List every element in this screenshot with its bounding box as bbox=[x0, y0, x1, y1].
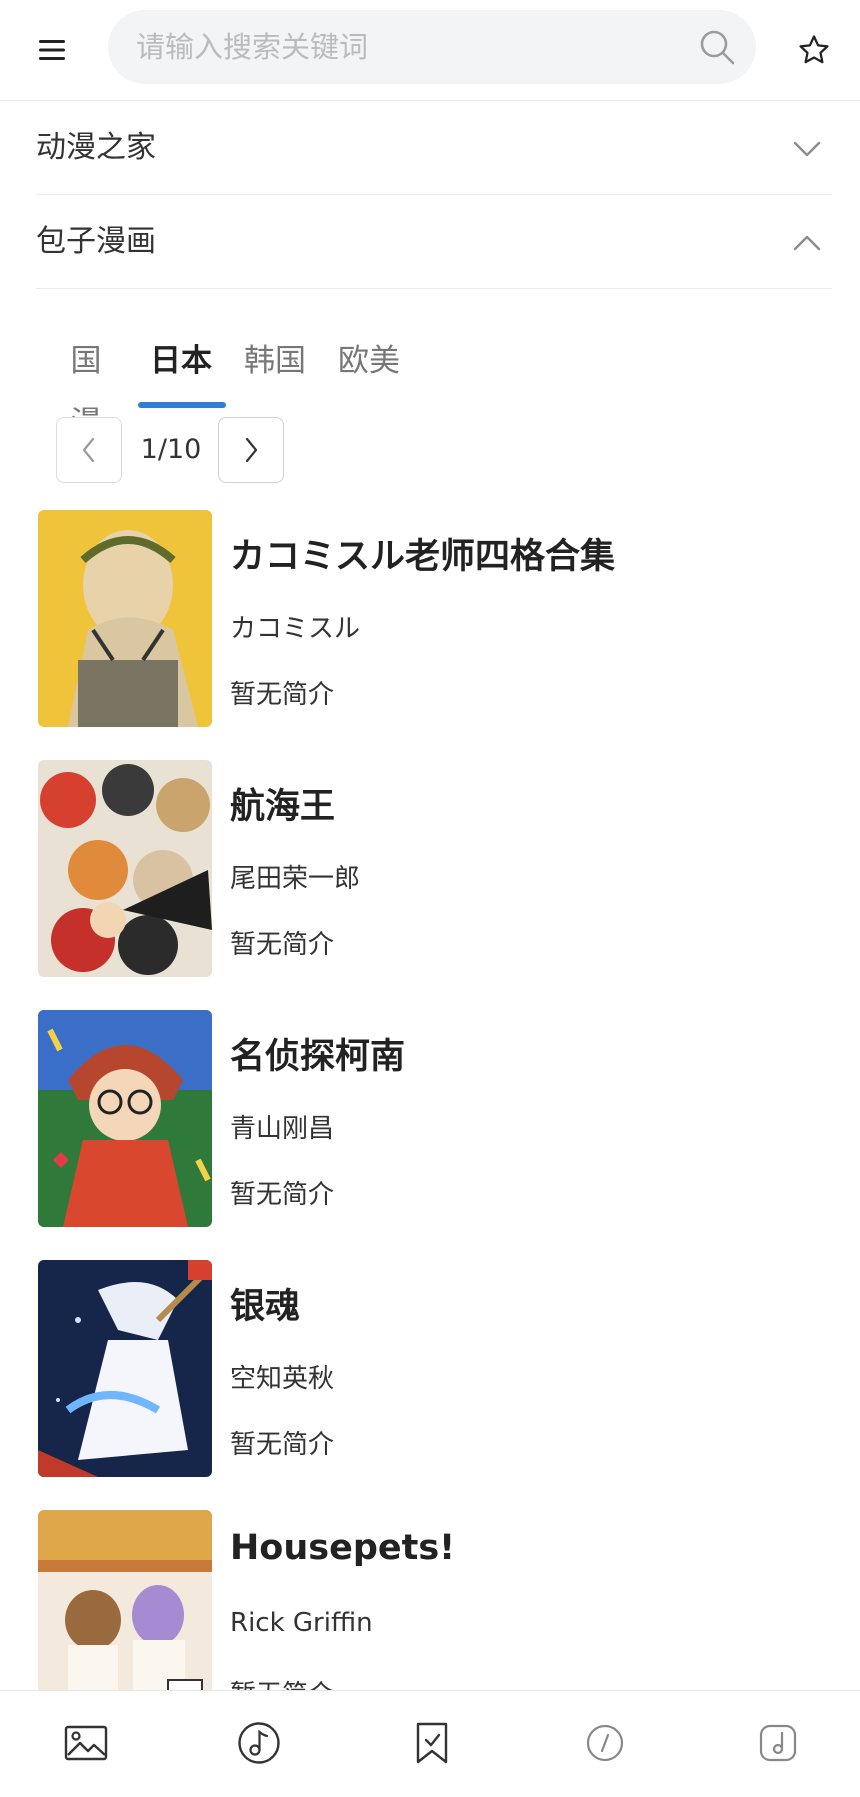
tab-japan[interactable]: 日本 bbox=[150, 330, 212, 410]
comic-cover[interactable] bbox=[38, 510, 212, 727]
comic-title[interactable]: 名侦探柯南 bbox=[230, 1028, 405, 1079]
nav-discover-button[interactable] bbox=[577, 1715, 633, 1771]
menu-button[interactable] bbox=[28, 26, 76, 74]
comic-cover[interactable] bbox=[38, 1510, 212, 1690]
comic-item[interactable]: Housepets! Rick Griffin 暂无简介 bbox=[0, 1510, 860, 1690]
chevron-left-icon bbox=[82, 437, 95, 463]
tab-indicator bbox=[138, 402, 226, 408]
comic-title[interactable]: 银魂 bbox=[230, 1278, 300, 1329]
music-note-icon bbox=[238, 1722, 280, 1764]
comic-intro: 暂无简介 bbox=[230, 1674, 334, 1690]
comic-intro: 暂无简介 bbox=[230, 680, 335, 710]
comic-cover[interactable] bbox=[38, 1010, 212, 1227]
comic-cover[interactable] bbox=[38, 1260, 212, 1477]
comic-title[interactable]: 航海王 bbox=[230, 778, 335, 829]
star-icon bbox=[799, 35, 829, 64]
nav-more-button[interactable] bbox=[750, 1715, 806, 1771]
comic-title[interactable]: カコミスル老师四格合集 bbox=[230, 528, 615, 579]
music-box-icon bbox=[759, 1724, 797, 1762]
comic-list: カコミスル老师四格合集 カコミスル 暂无简介 航海王 尾田荣一郎 暂无简介 名侦… bbox=[0, 510, 860, 1690]
source-title: 包子漫画 bbox=[36, 224, 156, 259]
comic-author: カコミスル bbox=[230, 614, 361, 644]
comic-title[interactable]: Housepets! bbox=[230, 1528, 455, 1568]
search-input[interactable]: 请输入搜索关键词 bbox=[136, 10, 368, 84]
prev-page-button[interactable] bbox=[56, 417, 122, 483]
next-page-button[interactable] bbox=[218, 417, 284, 483]
source-baozi[interactable]: 包子漫画 bbox=[36, 196, 832, 289]
comic-intro: 暂无简介 bbox=[230, 1180, 335, 1210]
source-dmzj[interactable]: 动漫之家 bbox=[36, 102, 832, 195]
nav-bookmarks-button[interactable] bbox=[404, 1715, 460, 1771]
tab-korea[interactable]: 韩国 bbox=[244, 330, 306, 410]
comic-cover[interactable] bbox=[38, 760, 212, 977]
comic-item[interactable]: 银魂 空知英秋 暂无简介 bbox=[0, 1260, 860, 1480]
favorite-button[interactable] bbox=[790, 26, 838, 74]
tab-guoman[interactable]: 国漫 bbox=[56, 330, 116, 441]
bottom-nav bbox=[0, 1690, 860, 1797]
hamburger-menu-icon bbox=[39, 40, 65, 60]
bookmark-icon bbox=[416, 1722, 448, 1764]
chevron-right-icon bbox=[245, 437, 258, 463]
source-title: 动漫之家 bbox=[36, 130, 156, 165]
search-box[interactable]: 请输入搜索关键词 bbox=[108, 10, 756, 84]
comic-intro: 暂无简介 bbox=[230, 930, 335, 960]
comic-item[interactable]: 航海王 尾田荣一郎 暂无简介 bbox=[0, 760, 860, 980]
nav-gallery-button[interactable] bbox=[58, 1715, 114, 1771]
search-icon[interactable] bbox=[696, 26, 738, 68]
comic-item[interactable]: カコミスル老师四格合集 カコミスル 暂无简介 bbox=[0, 510, 860, 730]
comic-author: Rick Griffin bbox=[230, 1608, 373, 1638]
chevron-down-icon bbox=[793, 141, 821, 157]
comic-author: 尾田荣一郎 bbox=[230, 864, 361, 894]
tab-western[interactable]: 欧美 bbox=[338, 330, 400, 410]
chevron-up-icon bbox=[793, 235, 821, 251]
page-indicator: 1/10 bbox=[140, 434, 202, 465]
nav-music-button[interactable] bbox=[231, 1715, 287, 1771]
comic-author: 青山刚昌 bbox=[230, 1114, 335, 1144]
comic-author: 空知英秋 bbox=[230, 1364, 335, 1394]
top-bar: 请输入搜索关键词 bbox=[0, 0, 860, 101]
comic-intro: 暂无简介 bbox=[230, 1430, 335, 1460]
compass-icon bbox=[586, 1724, 624, 1762]
comic-item[interactable]: 名侦探柯南 青山刚昌 暂无简介 bbox=[0, 1010, 860, 1230]
image-icon bbox=[64, 1725, 108, 1761]
